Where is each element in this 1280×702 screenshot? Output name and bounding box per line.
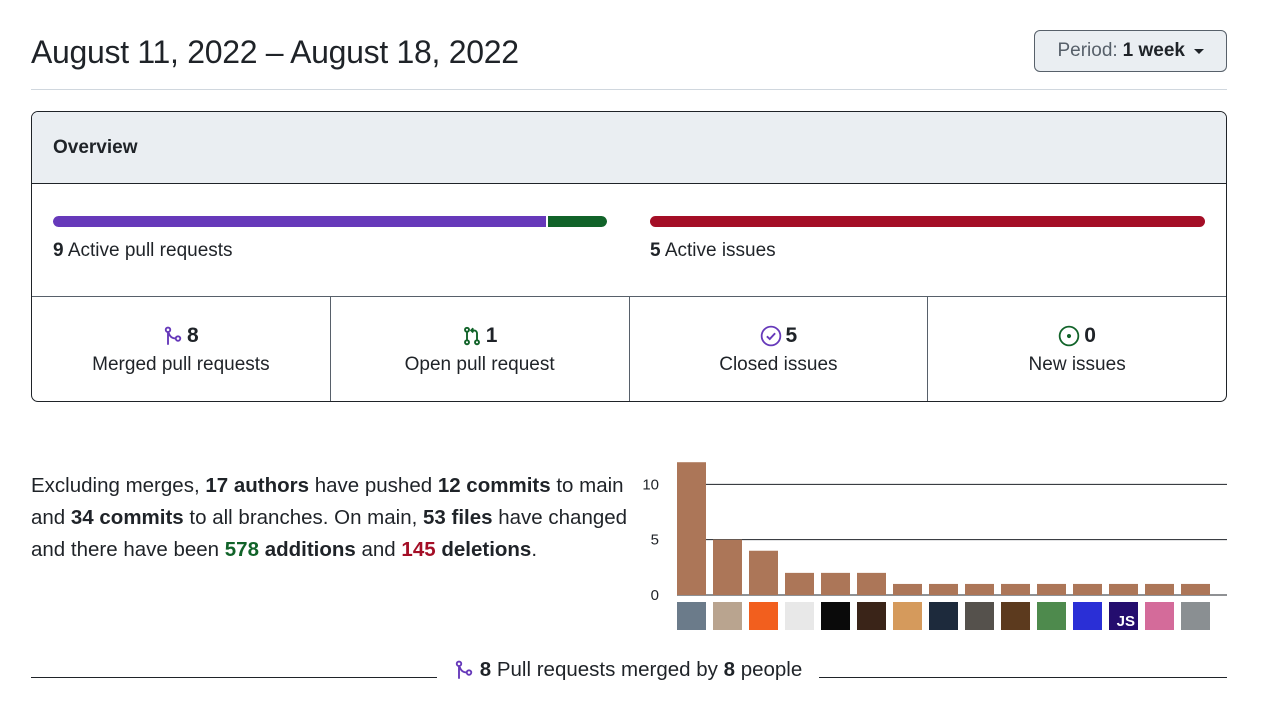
author-avatar-5 [857,602,886,630]
bar-2 [749,550,778,595]
author-avatar-13 [1145,602,1174,630]
author-avatar-9 [1001,602,1030,630]
footer-text-2: people [735,658,803,681]
commits-all-count: 34 commits [70,506,184,529]
bar-5 [857,572,886,595]
author-avatar-1 [713,602,742,630]
page-header: August 11, 2022 – August 18, 2022 Period… [31,30,1227,90]
new-issues-label: New issues [1028,354,1126,375]
active-issues-link[interactable]: 5 Active issues [650,240,776,262]
merged-prs-value: 8 [187,324,199,347]
author-avatar-0 [677,602,706,630]
additions-count: 578 [224,538,259,561]
active-pr-count: 9 [53,240,64,261]
author-avatar-6 [893,602,922,630]
closed-issues-value: 5 [785,324,798,347]
active-issues-label: Active issues [664,240,776,261]
bar-7 [929,583,958,595]
footer-text-1: Pull requests merged by [491,658,724,681]
stat-open-prs[interactable]: 1 Open pull request [331,297,630,401]
deletions-label: deletions [441,538,532,561]
bar-13 [1145,583,1174,595]
overview-title: Overview [32,112,1226,184]
summary-text-1: Excluding merges, [31,474,206,497]
merged-prs-heading: 8 Pull requests merged by 8 people [437,658,819,682]
author-avatar-3 [785,602,814,630]
period-dropdown-button[interactable]: Period: 1 week [1034,30,1227,72]
author-avatar-4 [821,602,850,630]
y-tick-label-10: 10 [642,476,659,493]
author-avatar-2 [749,602,778,630]
footer-divider-right [819,677,1227,678]
additions-label: additions [264,538,356,561]
bar-10 [1037,583,1066,595]
y-tick-label-5: 5 [651,532,659,549]
commits-by-author-chart: 0 5 10 JS [642,462,1227,630]
stat-merged-prs[interactable]: 8 Merged pull requests [32,297,331,401]
summary-text-4: to all branches. On main, [183,506,424,529]
bar-8 [965,583,994,595]
bar-12 [1109,583,1138,595]
open-prs-value: 1 [485,324,498,347]
commits-main-count: 12 commits [437,474,551,497]
issue-opened-icon [1059,325,1080,347]
active-issues-count: 5 [650,240,661,261]
merged-prs-label: Merged pull requests [92,354,270,375]
bar-0 [677,462,706,595]
pull-requests-bar [53,216,607,227]
overview-bars: 9 Active pull requests 5 Active issues [32,184,1226,297]
active-pr-label: Active pull requests [67,240,233,261]
git-merge-icon [455,660,472,679]
author-avatar-10 [1037,602,1066,630]
new-issues-value: 0 [1084,324,1096,347]
git-pull-request-icon [463,326,480,346]
footer-merged-count: 8 [479,658,492,681]
git-merge-icon [164,326,182,345]
footer-divider-left [31,677,437,678]
author-avatar-14 [1181,602,1210,630]
avatar-badge-text: JS [1117,613,1135,630]
overview-stats: 8 Merged pull requests 1 Open pull reque… [32,297,1226,401]
author-avatar-8 [965,602,994,630]
author-avatar-7 [929,602,958,630]
date-range-title: August 11, 2022 – August 18, 2022 [31,34,519,70]
period-label: Period: [1057,40,1118,61]
issue-closed-icon [760,325,781,347]
bar-3 [785,572,814,595]
author-avatar-11 [1073,602,1102,630]
authors-count: 17 authors [205,474,310,497]
closed-issues-label: Closed issues [719,354,838,375]
files-count: 53 files [423,506,493,529]
summary-text-6: and [355,538,402,561]
bar-14 [1181,583,1210,595]
commit-summary: Excluding merges, 17 authors have pushed… [31,470,631,566]
stat-new-issues[interactable]: 0 New issues [928,297,1226,401]
bar-9 [1001,583,1030,595]
issues-bar [650,216,1205,227]
open-prs-label: Open pull request [404,354,555,375]
y-tick-label-0: 0 [651,587,659,604]
bar-4 [821,572,850,595]
bar-6 [893,583,922,595]
open-segment [547,216,607,227]
summary-text-7: . [531,538,538,561]
caret-down-icon [1194,48,1204,54]
active-pull-requests-link[interactable]: 9 Active pull requests [53,240,233,262]
overview-box: Overview 9 Active pull requests 5 Active… [31,111,1227,402]
bar-1 [713,539,742,595]
period-value: 1 week [1122,40,1185,61]
merged-segment [53,216,546,227]
footer-people-count: 8 [723,658,735,681]
summary-text-2: have pushed [309,474,438,497]
deletions-count: 145 [401,538,436,561]
bar-11 [1073,583,1102,595]
stat-closed-issues[interactable]: 5 Closed issues [630,297,929,401]
